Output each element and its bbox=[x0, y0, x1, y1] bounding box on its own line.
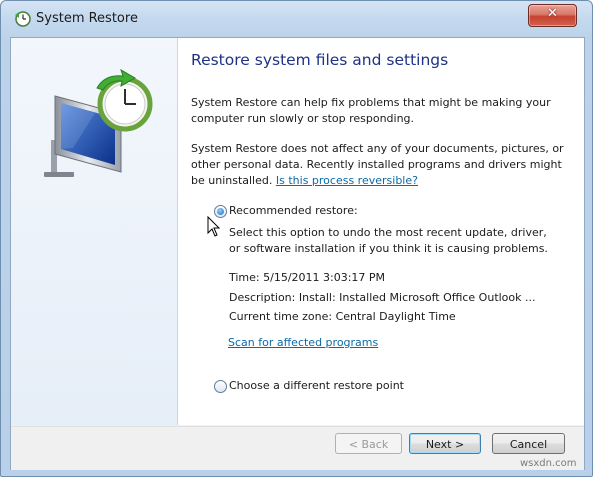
content-area: Restore system files and settings System… bbox=[178, 38, 584, 425]
button-bar: < Back Next > Cancel bbox=[11, 426, 584, 470]
dialog-body: Restore system files and settings System… bbox=[10, 37, 585, 470]
scan-affected-programs-link[interactable]: Scan for affected programs bbox=[228, 336, 378, 349]
close-button[interactable]: ✕ bbox=[528, 4, 577, 27]
close-icon: ✕ bbox=[547, 6, 558, 21]
mouse-cursor-icon bbox=[207, 216, 221, 237]
next-button[interactable]: Next > bbox=[409, 433, 481, 454]
monitor-clock-icon bbox=[44, 68, 153, 177]
page-title: Restore system files and settings bbox=[191, 51, 449, 69]
watermark: wsxdn.com bbox=[520, 458, 577, 469]
recommended-restore-label[interactable]: Recommended restore: bbox=[229, 204, 358, 217]
window-title: System Restore bbox=[36, 11, 138, 26]
left-panel bbox=[11, 38, 178, 425]
info-text: System Restore does not affect any of yo… bbox=[191, 141, 571, 189]
title-bar: System Restore ✕ bbox=[1, 1, 592, 37]
restore-timezone: Current time zone: Central Daylight Time bbox=[229, 310, 456, 323]
system-restore-window: System Restore ✕ Restore system files an… bbox=[0, 0, 593, 477]
recommended-description: Select this option to undo the most rece… bbox=[229, 226, 548, 255]
back-button[interactable]: < Back bbox=[335, 433, 402, 454]
different-restore-point-radio[interactable] bbox=[214, 380, 227, 393]
reversible-link[interactable]: Is this process reversible? bbox=[276, 174, 418, 187]
intro-text: System Restore can help fix problems tha… bbox=[191, 96, 551, 125]
cancel-button[interactable]: Cancel bbox=[492, 433, 565, 454]
restore-description: Description: Install: Installed Microsof… bbox=[229, 291, 536, 304]
system-restore-icon bbox=[15, 11, 31, 27]
different-restore-point-label[interactable]: Choose a different restore point bbox=[229, 379, 404, 392]
restore-time: Time: 5/15/2011 3:03:17 PM bbox=[229, 271, 386, 284]
